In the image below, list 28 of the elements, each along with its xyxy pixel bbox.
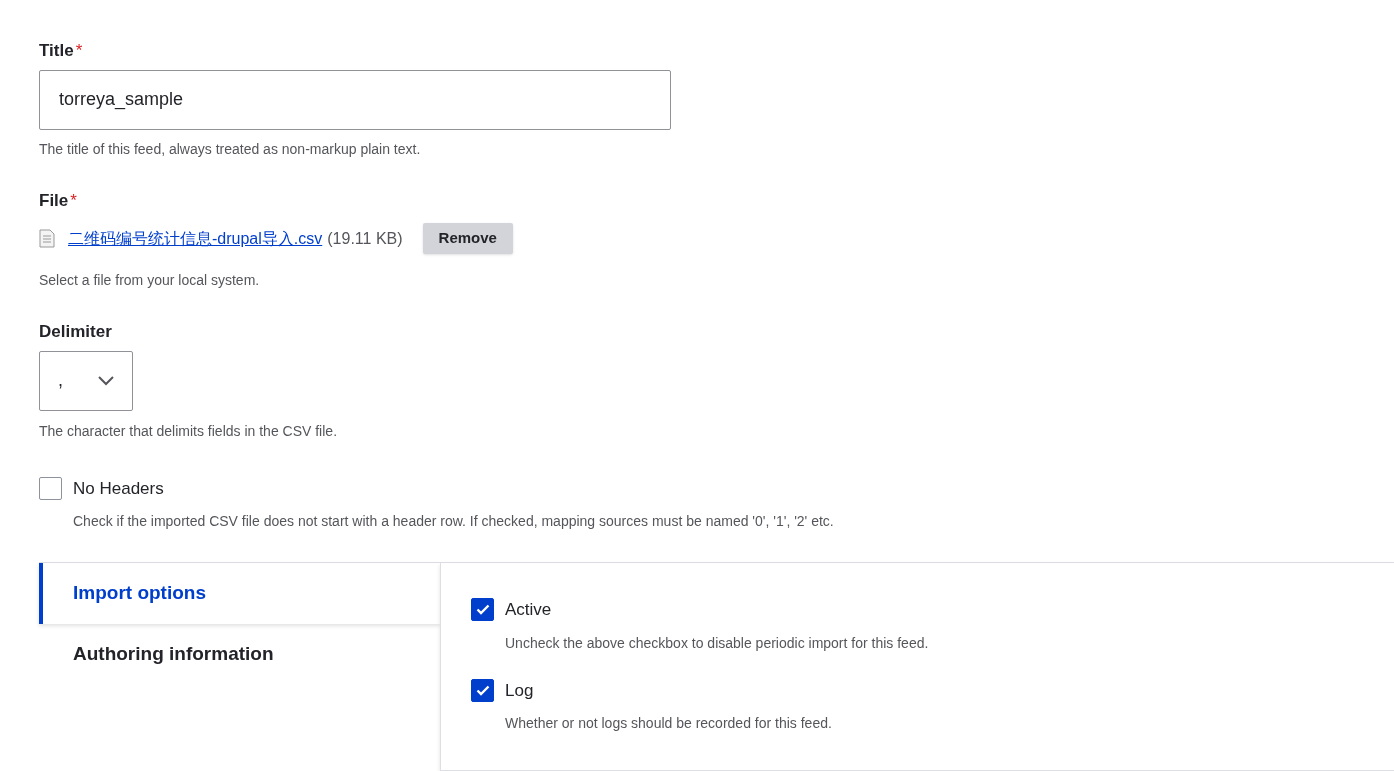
- vertical-tab[interactable]: Import options: [39, 563, 440, 624]
- checkbox-label: No Headers: [73, 477, 164, 500]
- checkbox-label: Log: [505, 679, 534, 702]
- file-link[interactable]: 二维码编号统计信息-drupal导入.csv: [68, 226, 323, 251]
- field-description: Whether or not logs should be recorded for this feed.: [505, 714, 833, 733]
- checkbox-label: Active: [505, 599, 552, 621]
- required-mark: *: [70, 189, 77, 212]
- checkbox[interactable]: [471, 598, 494, 622]
- field-description: Select a file from your local system.: [39, 271, 261, 290]
- field-description: The title of this feed, always treated as non-markup plain text.: [39, 139, 422, 159]
- field-description: The character that delimits fields in the CSV file.: [39, 421, 339, 441]
- checkbox[interactable]: [471, 678, 494, 702]
- checkbox[interactable]: [39, 476, 62, 500]
- vertical-tab[interactable]: Authoring information: [39, 624, 440, 685]
- file-size: (19.11 KB): [327, 228, 403, 249]
- required-mark: *: [75, 40, 83, 62]
- field-label: Title: [39, 40, 74, 62]
- field-description: Uncheck the above checkbox to disable periodic import for this feed.: [505, 633, 930, 653]
- title-input[interactable]: torreya_sample: [39, 69, 671, 130]
- field-label: Delimiter: [39, 321, 112, 343]
- field-description: Check if the imported CSV file does not start with a header row. If checked, mapping sources must be named '0', '1', '2' etc.: [73, 512, 835, 531]
- delimiter-select[interactable]: ,: [39, 350, 133, 411]
- field-label: File: [39, 189, 69, 212]
- checkmark-icon: [475, 604, 490, 616]
- checkmark-icon: [475, 684, 490, 696]
- remove-button[interactable]: Remove: [422, 223, 513, 254]
- file-icon: [39, 229, 55, 248]
- chevron-down-icon: [98, 375, 114, 386]
